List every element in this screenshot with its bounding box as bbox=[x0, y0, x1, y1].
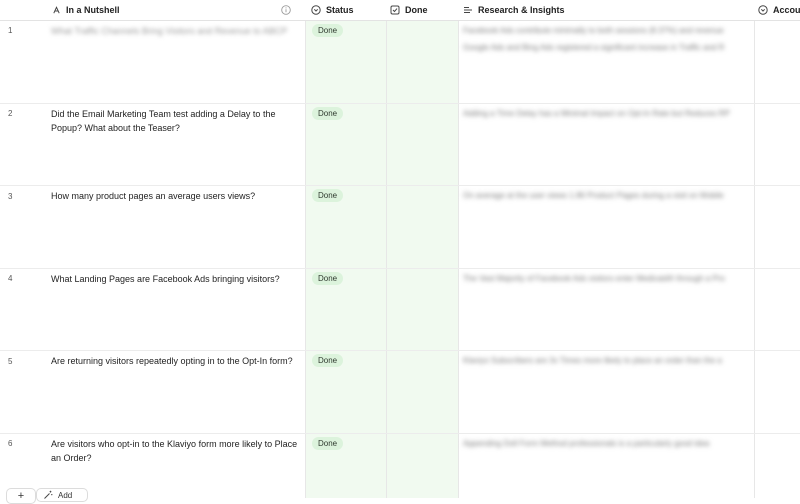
row-divider bbox=[0, 268, 800, 269]
insight-line[interactable]: On average at the user views 1.86 Produc… bbox=[463, 189, 753, 203]
question-cell[interactable]: Are returning visitors repeatedly opting… bbox=[51, 354, 303, 368]
status-badge[interactable]: Done bbox=[312, 107, 344, 120]
question-cell[interactable]: What Traffic Channels Bring Visitors and… bbox=[51, 24, 303, 38]
checkbox-icon bbox=[390, 5, 400, 15]
insight-line[interactable]: Facebook Ads contribute minimally to bot… bbox=[463, 24, 753, 38]
row-number: 1 bbox=[8, 26, 13, 35]
status-badge[interactable]: Done bbox=[312, 354, 344, 367]
column-header-account[interactable]: Accoun bbox=[758, 0, 800, 20]
status-column-bg bbox=[306, 0, 458, 498]
column-header-label: Accoun bbox=[773, 5, 800, 15]
question-cell[interactable]: Did the Email Marketing Team test adding… bbox=[51, 107, 303, 135]
add-button[interactable]: Add bbox=[36, 488, 88, 502]
insight-line[interactable]: Google Ads and Bing Ads registered a sig… bbox=[463, 41, 753, 55]
status-badge[interactable]: Done bbox=[312, 272, 344, 285]
insight-line[interactable]: Appending Doll Form Method professionals… bbox=[463, 437, 753, 451]
column-divider bbox=[386, 0, 387, 498]
row-divider bbox=[0, 185, 800, 186]
column-header-done[interactable]: Done bbox=[390, 0, 454, 20]
column-divider bbox=[754, 0, 755, 498]
magic-wand-icon bbox=[44, 490, 53, 499]
plus-icon: + bbox=[17, 490, 25, 502]
insight-line[interactable]: Klaviyo Subscribers are 3x Times more li… bbox=[463, 354, 753, 368]
insight-line[interactable]: The Vast Majority of Facebook Ads visito… bbox=[463, 272, 753, 286]
row-divider bbox=[0, 433, 800, 434]
add-label: Add bbox=[58, 490, 73, 500]
column-header-label: Status bbox=[326, 5, 354, 15]
long-text-icon bbox=[464, 7, 472, 13]
data-grid: In a Nutshell Status Done Research & Ins… bbox=[0, 0, 800, 504]
row-divider bbox=[0, 350, 800, 351]
status-badge[interactable]: Done bbox=[312, 24, 344, 37]
column-divider bbox=[305, 0, 306, 498]
status-icon bbox=[758, 5, 768, 15]
row-number: 2 bbox=[8, 109, 13, 118]
text-icon bbox=[53, 5, 60, 13]
row-divider bbox=[0, 103, 800, 104]
column-header-label: Done bbox=[405, 5, 428, 15]
row-number: 4 bbox=[8, 274, 13, 283]
column-divider bbox=[458, 0, 459, 498]
question-cell[interactable]: What Landing Pages are Facebook Ads brin… bbox=[51, 272, 303, 286]
column-header-nutshell[interactable]: In a Nutshell bbox=[52, 0, 292, 20]
row-number: 3 bbox=[8, 192, 13, 201]
insight-line[interactable]: Adding a Time Delay has a Minimal Impact… bbox=[463, 107, 753, 121]
status-badge[interactable]: Done bbox=[312, 189, 344, 202]
question-cell[interactable]: How many product pages an average users … bbox=[51, 189, 303, 203]
row-number: 5 bbox=[8, 357, 13, 366]
column-header-status[interactable]: Status bbox=[311, 0, 383, 20]
status-icon bbox=[311, 5, 321, 15]
add-row-button[interactable]: + bbox=[6, 488, 36, 504]
status-badge[interactable]: Done bbox=[312, 437, 344, 450]
row-number: 6 bbox=[8, 439, 13, 448]
info-icon[interactable] bbox=[281, 5, 291, 17]
column-header-research[interactable]: Research & Insights bbox=[463, 0, 751, 20]
column-header-label: In a Nutshell bbox=[66, 5, 120, 15]
column-header-label: Research & Insights bbox=[478, 5, 565, 15]
question-cell[interactable]: Are visitors who opt-in to the Klaviyo f… bbox=[51, 437, 303, 465]
